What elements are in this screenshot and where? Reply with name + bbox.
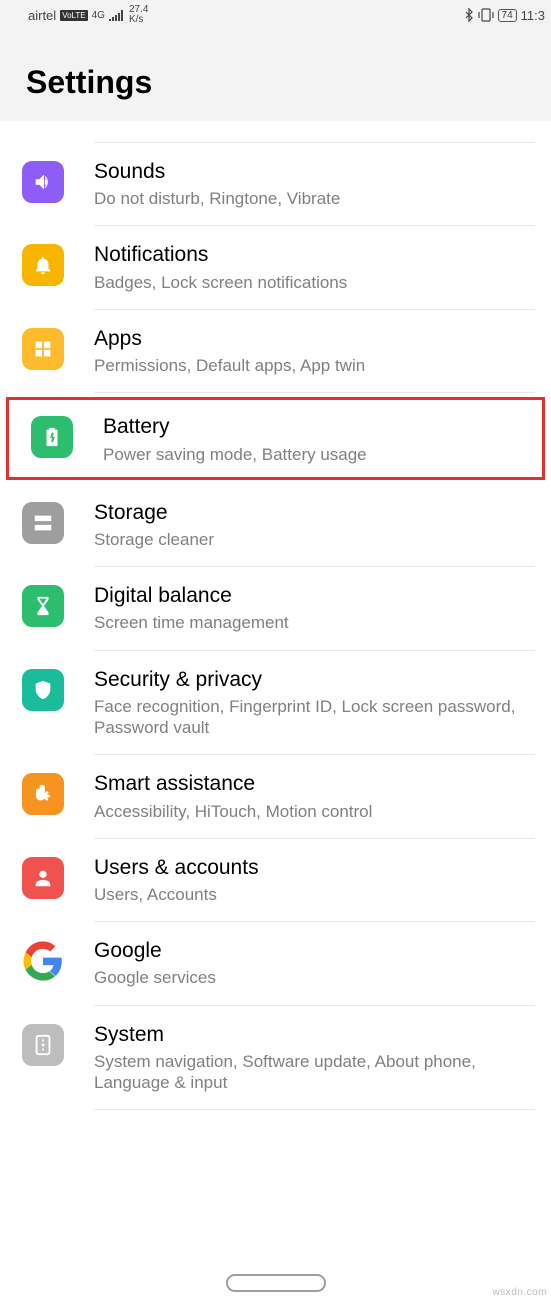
- bluetooth-icon: [464, 8, 474, 22]
- row-subtitle: Power saving mode, Battery usage: [103, 444, 518, 465]
- row-title: System: [94, 1022, 527, 1047]
- row-title: Apps: [94, 326, 527, 351]
- digital-balance-icon: [22, 585, 64, 627]
- row-subtitle: Users, Accounts: [94, 884, 527, 905]
- status-bar: airtel VoLTE 4G 27.4K/s 74 11:3: [0, 0, 551, 30]
- settings-header: Settings: [0, 30, 551, 121]
- row-subtitle: Google services: [94, 967, 527, 988]
- row-subtitle: Accessibility, HiTouch, Motion control: [94, 801, 527, 822]
- page-title: Settings: [26, 64, 551, 101]
- battery-indicator: 74: [498, 9, 517, 22]
- settings-row-notifications[interactable]: Notifications Badges, Lock screen notifi…: [0, 226, 551, 309]
- smart-assistance-icon: [22, 773, 64, 815]
- signal-icon: [109, 9, 125, 21]
- security-icon: [22, 669, 64, 711]
- users-icon: [22, 857, 64, 899]
- vibrate-icon: [478, 8, 494, 22]
- settings-row-battery[interactable]: Battery Power saving mode, Battery usage: [6, 397, 545, 479]
- row-subtitle: Do not disturb, Ringtone, Vibrate: [94, 188, 527, 209]
- row-title: Users & accounts: [94, 855, 527, 880]
- row-title: Security & privacy: [94, 667, 527, 692]
- notifications-icon: [22, 244, 64, 286]
- settings-row-storage[interactable]: Storage Storage cleaner: [0, 484, 551, 567]
- settings-row-users[interactable]: Users & accounts Users, Accounts: [0, 839, 551, 922]
- settings-row-google[interactable]: Google Google services: [0, 922, 551, 1005]
- truncated-row: [94, 121, 535, 143]
- row-title: Notifications: [94, 242, 527, 267]
- carrier-label: airtel: [28, 8, 56, 23]
- settings-row-security[interactable]: Security & privacy Face recognition, Fin…: [0, 651, 551, 756]
- row-title: Digital balance: [94, 583, 527, 608]
- settings-row-digital-balance[interactable]: Digital balance Screen time management: [0, 567, 551, 650]
- storage-icon: [22, 502, 64, 544]
- settings-row-system[interactable]: System System navigation, Software updat…: [0, 1006, 551, 1111]
- row-title: Google: [94, 938, 527, 963]
- settings-row-smart-assistance[interactable]: Smart assistance Accessibility, HiTouch,…: [0, 755, 551, 838]
- network-gen: 4G: [92, 10, 105, 21]
- row-subtitle: Storage cleaner: [94, 529, 527, 550]
- clock: 11:3: [521, 8, 545, 23]
- sounds-icon: [22, 161, 64, 203]
- data-speed: 27.4K/s: [129, 5, 148, 25]
- row-subtitle: Badges, Lock screen notifications: [94, 272, 527, 293]
- nav-pill[interactable]: [226, 1274, 326, 1292]
- system-icon: [22, 1024, 64, 1066]
- apps-icon: [22, 328, 64, 370]
- row-title: Storage: [94, 500, 527, 525]
- row-subtitle: Permissions, Default apps, App twin: [94, 355, 527, 376]
- settings-row-apps[interactable]: Apps Permissions, Default apps, App twin: [0, 310, 551, 393]
- settings-row-sounds[interactable]: Sounds Do not disturb, Ringtone, Vibrate: [0, 143, 551, 226]
- row-title: Sounds: [94, 159, 527, 184]
- battery-icon: [31, 416, 73, 458]
- row-title: Battery: [103, 414, 518, 439]
- google-icon: [22, 940, 64, 982]
- volte-badge: VoLTE: [60, 10, 87, 21]
- row-subtitle: Screen time management: [94, 612, 527, 633]
- row-subtitle: System navigation, Software update, Abou…: [94, 1051, 527, 1094]
- watermark: wsxdn.com: [492, 1287, 547, 1298]
- row-subtitle: Face recognition, Fingerprint ID, Lock s…: [94, 696, 527, 739]
- row-title: Smart assistance: [94, 771, 527, 796]
